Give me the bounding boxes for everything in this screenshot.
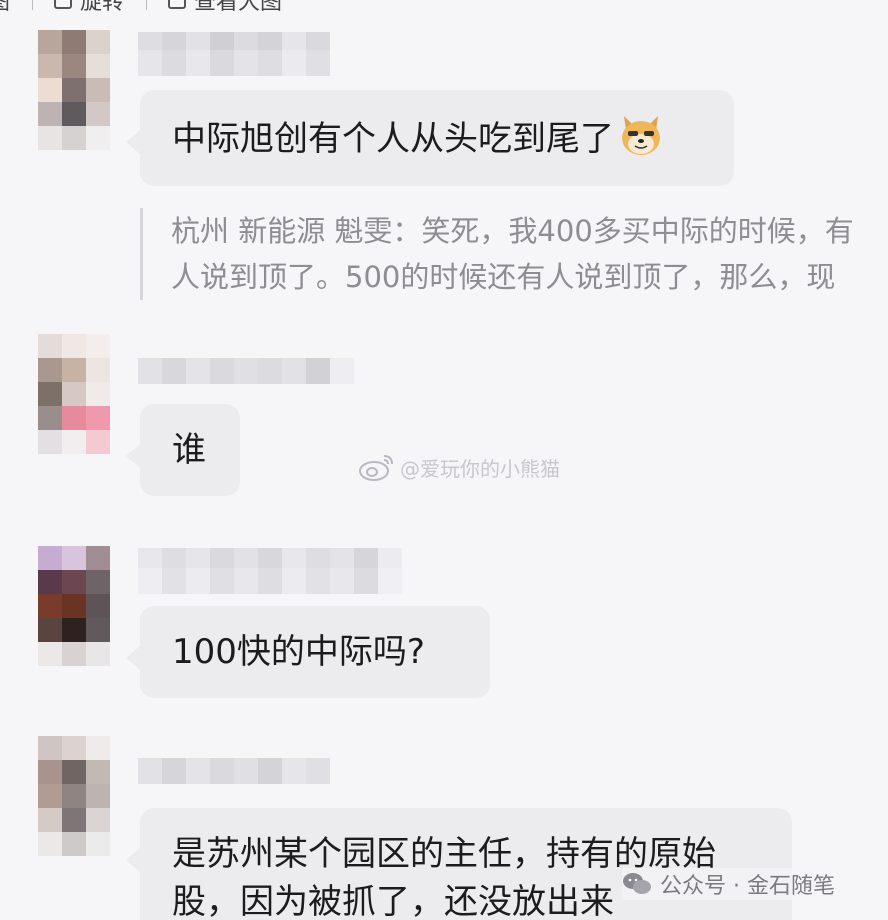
toolbar-item-view-large-label: 查看大图 bbox=[194, 0, 283, 15]
message-bubble: 是苏州某个园区的主任，持有的原始股，因为被抓了，还没放出来 bbox=[126, 808, 792, 920]
quote-line-1: 杭州 新能源 魁雯：笑死，我400多买中际的时候，有 bbox=[171, 214, 854, 248]
rotate-icon bbox=[54, 0, 73, 9]
username-blurred-lower bbox=[138, 568, 402, 594]
wechat-official-account-watermark: 公众号 · 金石随笔 bbox=[622, 868, 835, 900]
quoted-message: 杭州 新能源 魁雯：笑死，我400多买中际的时候，有 人说到顶了。500的时候还… bbox=[140, 208, 888, 300]
message-text: 谁 bbox=[172, 430, 206, 470]
doge-emoji-icon bbox=[622, 116, 660, 155]
toolbar-item-rotate-label: 旋转 bbox=[80, 0, 125, 15]
view-large-icon bbox=[168, 0, 187, 9]
toolbar-item-rotate[interactable]: 旋转 bbox=[32, 0, 146, 15]
quote-line-2: 人说到顶了。500的时候还有人说到顶了，那么，现 bbox=[171, 260, 836, 294]
toolbar-item-image[interactable]: 图 bbox=[0, 0, 32, 16]
toolbar-item-view-large[interactable]: 查看大图 bbox=[146, 0, 304, 15]
message-bubble: 100快的中际吗? bbox=[126, 606, 490, 698]
username-blurred-lower bbox=[138, 50, 330, 76]
username-blurred bbox=[138, 358, 354, 384]
avatar[interactable] bbox=[38, 546, 110, 666]
username-blurred bbox=[138, 758, 330, 784]
weibo-icon bbox=[359, 455, 393, 481]
image-viewer-toolbar: 图 旋转 查看大图 bbox=[0, 0, 888, 16]
avatar[interactable] bbox=[38, 334, 110, 454]
watermark-text: @爱玩你的小熊猫 bbox=[400, 456, 560, 481]
footer-text: 公众号 · 金石随笔 bbox=[660, 874, 835, 899]
wechat-icon bbox=[623, 873, 651, 894]
toolbar-item-image-label: 图 bbox=[0, 0, 10, 16]
chat-screenshot: 图 旋转 查看大图 中际旭创有个人从头吃到尾了 bbox=[0, 0, 888, 920]
weibo-watermark: @爱玩你的小熊猫 bbox=[358, 452, 560, 482]
message-text: 中际旭创有个人从头吃到尾了 bbox=[172, 119, 614, 159]
avatar[interactable] bbox=[38, 736, 110, 856]
message-bubble: 中际旭创有个人从头吃到尾了 bbox=[126, 90, 734, 186]
message-text: 100快的中际吗? bbox=[172, 632, 425, 672]
message-bubble: 谁 bbox=[126, 404, 240, 496]
avatar[interactable] bbox=[38, 30, 110, 150]
